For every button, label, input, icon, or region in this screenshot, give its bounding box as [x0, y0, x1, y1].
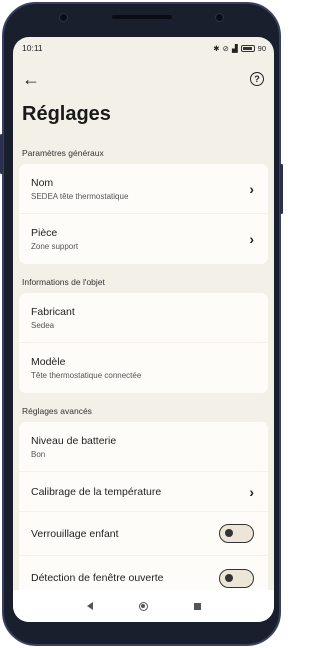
row-subtitle: Tête thermostatique connectée [31, 371, 142, 380]
front-camera [59, 12, 68, 22]
question-circle-icon[interactable]: ? [250, 72, 264, 86]
section-header-advanced: Réglages avancés [22, 406, 92, 416]
nav-back-icon[interactable] [86, 602, 93, 610]
setting-row-room[interactable]: Pièce Zone support › [19, 214, 268, 264]
row-title: Modèle [31, 356, 66, 368]
section-header-object-info: Informations de l'objet [22, 277, 105, 287]
signal-icon: ▟ [231, 43, 238, 53]
row-subtitle: Zone support [31, 242, 79, 251]
nav-home-icon[interactable] [138, 601, 148, 611]
card-advanced: Niveau de batterie Bon Calibrage de la t… [19, 422, 268, 600]
earpiece [111, 15, 172, 19]
setting-row-temperature-calibration[interactable]: Calibrage de la température › [19, 472, 268, 512]
phone-top-bezel [59, 12, 224, 22]
info-row-manufacturer: Fabricant Sedea [19, 293, 268, 343]
child-lock-toggle[interactable] [219, 524, 254, 543]
power-button [280, 164, 283, 214]
row-subtitle: Sedea [31, 320, 55, 330]
battery-text: 90 [257, 43, 266, 53]
sensor [215, 12, 224, 22]
row-title: Calibrage de la température [31, 485, 162, 498]
status-icons: ✱ ⊘ ▟ 90 [213, 44, 266, 53]
mute-icon: ⊘ [222, 43, 229, 53]
setting-row-child-lock: Verrouillage enfant [19, 512, 268, 556]
toggle-knob [225, 573, 233, 582]
chevron-right-icon: › [249, 180, 254, 197]
arrow-left-icon[interactable]: ← [22, 70, 40, 88]
status-bar: 10:11 ✱ ⊘ ▟ 90 [13, 37, 274, 59]
battery-icon [240, 44, 255, 52]
status-time: 10:11 [22, 43, 43, 53]
row-title: Niveau de batterie [31, 434, 117, 447]
row-title: Verrouillage enfant [31, 527, 119, 540]
open-window-detection-toggle[interactable] [219, 568, 254, 588]
nav-recents-icon[interactable] [193, 602, 201, 610]
section-header-general: Paramètres généraux [22, 148, 104, 158]
chevron-right-icon: › [249, 483, 254, 500]
info-row-battery-level: Niveau de batterie Bon [19, 422, 268, 472]
system-nav-bar [13, 590, 274, 622]
row-subtitle: Bon [31, 449, 46, 459]
card-object-info: Fabricant Sedea Modèle Tête thermostatiq… [19, 293, 268, 393]
bluetooth-icon: ✱ [213, 43, 220, 53]
toggle-knob [225, 529, 233, 537]
setting-row-name[interactable]: Nom SEDEA tête thermostatique › [19, 164, 268, 214]
page-title: Réglages [22, 103, 111, 125]
screen: 10:11 ✱ ⊘ ▟ 90 ← ? Réglages Paramètres g… [13, 37, 274, 622]
volume-button [0, 134, 3, 174]
info-row-model: Modèle Tête thermostatique connectée [19, 343, 268, 393]
row-title: Fabricant [31, 305, 75, 318]
row-title: Pièce [31, 227, 58, 239]
phone-frame: 10:11 ✱ ⊘ ▟ 90 ← ? Réglages Paramètres g… [0, 2, 283, 646]
row-title: Nom [31, 176, 54, 189]
app-bar: ← ? [13, 59, 274, 99]
card-general: Nom SEDEA tête thermostatique › Pièce Zo… [19, 164, 268, 264]
row-subtitle: SEDEA tête thermostatique [31, 191, 129, 201]
row-title: Détection de fenêtre ouverte [31, 572, 164, 584]
chevron-right-icon: › [249, 231, 254, 247]
